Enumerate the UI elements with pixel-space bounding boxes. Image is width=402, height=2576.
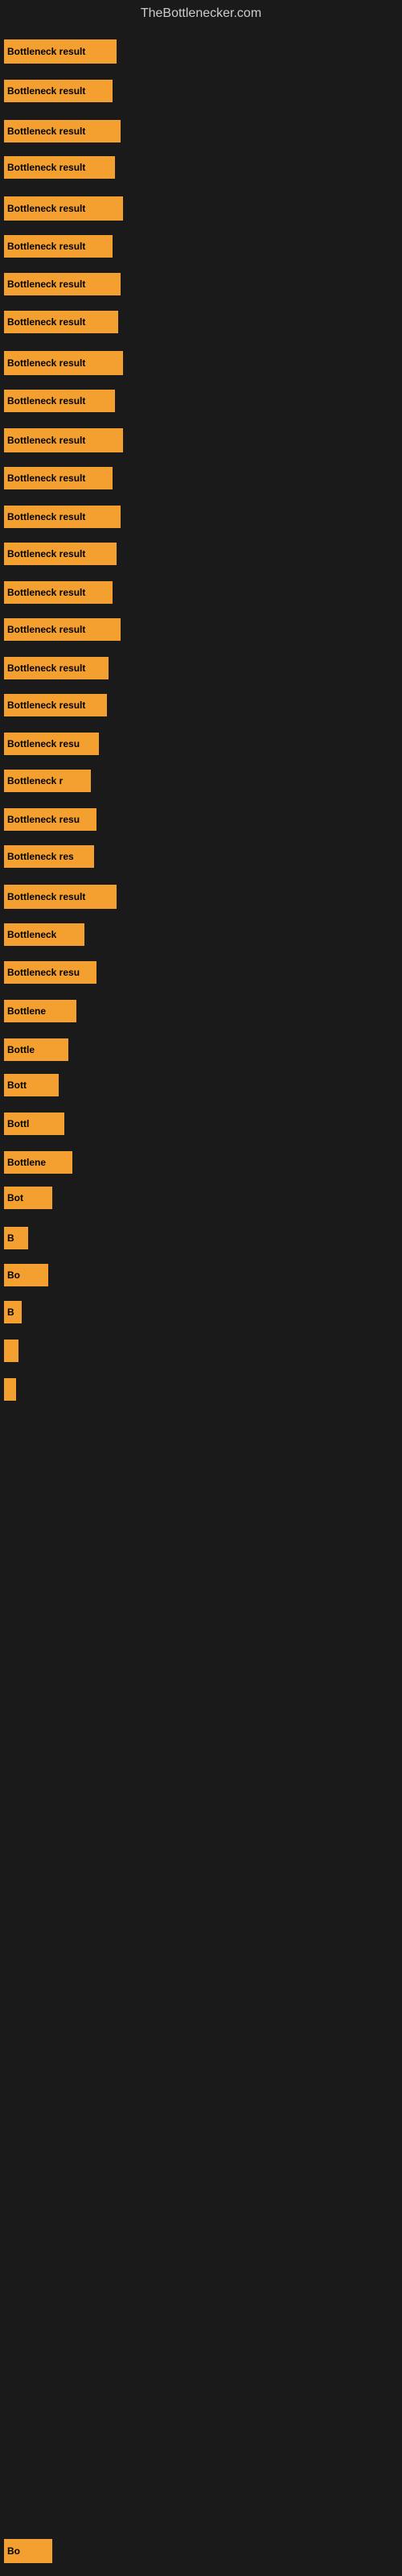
bar-item: Bottleneck result (4, 428, 123, 452)
bar-item: Bottleneck result (4, 543, 117, 565)
bar-label: Bottleneck result (7, 587, 85, 598)
bar-item (4, 1340, 18, 1362)
bar-item: Bottleneck result (4, 80, 113, 102)
bar-label: Bot (7, 1192, 23, 1203)
bar-label: Bott (7, 1080, 27, 1091)
bar-label: Bottleneck result (7, 46, 85, 57)
bar-item: Bottleneck resu (4, 961, 96, 984)
bar-label: Bottleneck result (7, 316, 85, 328)
bar-item: Bottleneck r (4, 770, 91, 792)
bar-label: Bottleneck res (7, 851, 74, 862)
bar-label: Bottleneck (7, 929, 56, 940)
bar-item: Bottleneck resu (4, 733, 99, 755)
bar-item: Bottleneck result (4, 351, 123, 375)
bar-label: Bottl (7, 1118, 29, 1129)
bar-item: Bottlene (4, 1151, 72, 1174)
bar-label: Bottleneck result (7, 624, 85, 635)
bar-item: B (4, 1227, 28, 1249)
bar-item: Bot (4, 1187, 52, 1209)
bar-label: Bottleneck result (7, 548, 85, 559)
bar-label: Bottleneck resu (7, 814, 80, 825)
bar-item: Bottleneck result (4, 196, 123, 221)
bar-item: Bottleneck result (4, 273, 121, 295)
bar-label: Bottleneck r (7, 775, 63, 786)
bar-item: Bottl (4, 1113, 64, 1135)
bar-label: Bottleneck result (7, 891, 85, 902)
bar-label: B (7, 1307, 14, 1318)
bar-item: Bottleneck result (4, 885, 117, 909)
bar-item: Bottleneck result (4, 311, 118, 333)
bar-item: Bottleneck result (4, 39, 117, 64)
bar-label: Bottleneck result (7, 203, 85, 214)
bar-item: Bottlene (4, 1000, 76, 1022)
bar-label: Bottleneck result (7, 85, 85, 97)
bar-label: Bottlene (7, 1005, 46, 1017)
chart-area: Bottleneck result Bottleneck result Bottle… (0, 27, 402, 2563)
bar-item: Bo (4, 2539, 52, 2563)
bar-item: Bottleneck result (4, 618, 121, 641)
bar-label: Bottleneck result (7, 473, 85, 484)
bar-label: Bottleneck result (7, 700, 85, 711)
bar-label: Bo (7, 1269, 20, 1281)
bar-item (4, 1378, 16, 1401)
bar-item: Bottleneck res (4, 845, 94, 868)
bar-label: Bottleneck result (7, 395, 85, 407)
bar-label: Bottleneck result (7, 162, 85, 173)
bar-item: Bottleneck result (4, 235, 113, 258)
bar-label: Bottleneck result (7, 279, 85, 290)
bar-item: Bo (4, 1264, 48, 1286)
bar-item: Bottleneck resu (4, 808, 96, 831)
bar-item: Bottle (4, 1038, 68, 1061)
bar-label: Bottleneck result (7, 435, 85, 446)
bar-item: Bottleneck result (4, 120, 121, 142)
site-title: TheBottlenecker.com (0, 0, 402, 27)
bar-item: Bott (4, 1074, 59, 1096)
bar-label: Bottle (7, 1044, 35, 1055)
bar-item: Bottleneck result (4, 657, 109, 679)
bar-item: Bottleneck result (4, 694, 107, 716)
bar-label: Bottleneck resu (7, 967, 80, 978)
bar-label: Bottleneck result (7, 511, 85, 522)
bar-item: Bottleneck result (4, 390, 115, 412)
bar-label: Bottleneck result (7, 663, 85, 674)
bar-item: B (4, 1301, 22, 1323)
bar-item: Bottleneck result (4, 156, 115, 179)
bar-label: Bottleneck result (7, 357, 85, 369)
bar-item: Bottleneck result (4, 581, 113, 604)
bar-item: Bottleneck result (4, 506, 121, 528)
bar-label: Bottleneck result (7, 126, 85, 137)
bar-label: Bottleneck resu (7, 738, 80, 749)
bar-item: Bottleneck result (4, 467, 113, 489)
bar-label: Bottleneck result (7, 241, 85, 252)
bar-label: Bo (7, 2545, 20, 2557)
bar-label: B (7, 1232, 14, 1244)
bar-item: Bottleneck (4, 923, 84, 946)
bar-label: Bottlene (7, 1157, 46, 1168)
